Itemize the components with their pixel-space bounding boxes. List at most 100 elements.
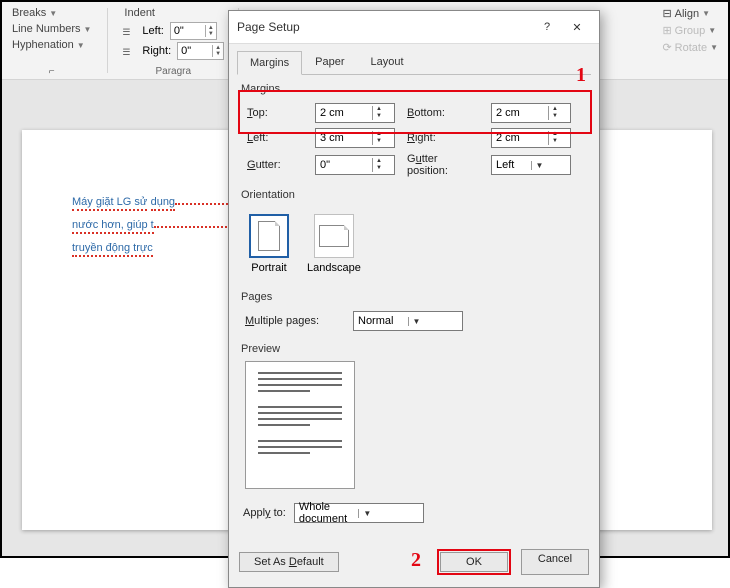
page-setup-dialog: Page Setup ? ✕ Margins Paper Layout Marg…	[228, 10, 600, 588]
top-label: Top:	[247, 107, 303, 119]
spin-up-icon[interactable]: ▲	[373, 158, 385, 165]
spin-down-icon[interactable]: ▼	[373, 138, 385, 145]
top-field[interactable]	[316, 105, 372, 121]
dialog-title: Page Setup	[237, 20, 300, 34]
left-input[interactable]: ▲▼	[315, 128, 395, 148]
spin-up-icon[interactable]: ▲	[549, 131, 561, 138]
breaks-menu[interactable]: Breaks▼	[10, 6, 93, 20]
landscape-label: Landscape	[307, 262, 361, 274]
orientation-label: Orientation	[241, 189, 587, 201]
gutter-pos-select[interactable]: Left▼	[491, 155, 571, 175]
tab-paper[interactable]: Paper	[302, 50, 357, 74]
group-label: Group	[675, 25, 706, 37]
margins-group: Margins Top: ▲▼ Bottom: ▲▼ Left: ▲▼ Righ…	[241, 83, 587, 181]
landscape-icon	[314, 214, 354, 258]
spin-up-icon[interactable]: ▲	[373, 106, 385, 113]
spin-down-icon[interactable]: ▼	[213, 51, 223, 57]
ok-button[interactable]: OK	[440, 552, 508, 572]
portrait-label: Portrait	[251, 262, 286, 274]
preview-label: Preview	[241, 343, 587, 355]
indent-left-row: Left: ▲▼	[122, 22, 224, 40]
chevron-down-icon: ▼	[408, 317, 463, 326]
pages-group: Pages Multiple pages: Normal▼	[241, 291, 587, 335]
multiple-pages-select[interactable]: Normal▼	[353, 311, 463, 331]
spin-down-icon[interactable]: ▼	[549, 113, 561, 120]
align-menu[interactable]: ⊟ Align▼	[660, 6, 720, 21]
rotate-label: Rotate	[675, 42, 707, 54]
tab-layout[interactable]: Layout	[357, 50, 416, 74]
orientation-group: Orientation Portrait Landscape	[241, 189, 587, 283]
dialog-buttons: Set As Default 2 OK Cancel	[229, 539, 599, 587]
left-field[interactable]	[316, 130, 372, 146]
chevron-down-icon: ▼	[710, 43, 718, 52]
portrait-icon	[249, 214, 289, 258]
help-button[interactable]: ?	[533, 17, 561, 37]
right-label: Right:	[407, 132, 479, 144]
hyphenation-label: Hyphenation	[12, 39, 74, 51]
margins-group-label: Margins	[241, 83, 587, 95]
spin-down-icon[interactable]: ▼	[373, 165, 385, 172]
indent-left-field[interactable]	[171, 24, 205, 38]
spin-up-icon[interactable]: ▲	[549, 106, 561, 113]
chevron-down-icon: ▼	[49, 9, 57, 18]
ribbon-indent-group: Indent Left: ▲▼ Right: ▲▼ Paragra	[122, 6, 224, 75]
highlight-box-2: OK	[437, 549, 511, 575]
indent-left-label: Left:	[142, 25, 163, 37]
gutter-label: Gutter:	[247, 159, 303, 171]
rotate-menu: ⟳ Rotate▼	[660, 40, 720, 55]
gutter-pos-value: Left	[492, 157, 531, 173]
chevron-down-icon: ▼	[531, 161, 571, 170]
orientation-portrait[interactable]: Portrait	[245, 210, 293, 278]
dialog-titlebar[interactable]: Page Setup ? ✕	[229, 11, 599, 44]
indent-right-label: Right:	[142, 45, 171, 57]
preview-thumbnail	[245, 361, 355, 489]
indent-left-icon	[122, 26, 136, 36]
hyphenation-menu[interactable]: Hyphenation▼	[10, 38, 93, 52]
indent-right-input[interactable]: ▲▼	[177, 42, 224, 60]
apply-to-value: Whole document	[295, 499, 359, 527]
left-label: Left:	[247, 132, 303, 144]
ribbon-group-launcher[interactable]: ⌐	[49, 66, 55, 77]
tab-margins[interactable]: Margins	[237, 51, 302, 75]
apply-to-select[interactable]: Whole document▼	[294, 503, 424, 523]
preview-group: Preview	[241, 343, 587, 489]
callout-1: 1	[576, 64, 586, 87]
right-input[interactable]: ▲▼	[491, 128, 571, 148]
chevron-down-icon: ▼	[708, 26, 716, 35]
indent-right-row: Right: ▲▼	[122, 42, 224, 60]
align-label: Align	[675, 8, 699, 20]
indent-header: Indent	[122, 6, 224, 20]
breaks-label: Breaks	[12, 7, 46, 19]
multiple-pages-value: Normal	[354, 313, 408, 329]
line-numbers-menu[interactable]: Line Numbers▼	[10, 22, 93, 36]
chevron-down-icon: ▼	[358, 509, 423, 518]
indent-left-input[interactable]: ▲▼	[170, 22, 217, 40]
orientation-landscape[interactable]: Landscape	[303, 210, 365, 278]
group-menu: ⊞ Group▼	[660, 23, 720, 38]
callout-2: 2	[411, 549, 421, 575]
bottom-label: Bottom:	[407, 107, 479, 119]
spin-up-icon[interactable]: ▲	[373, 131, 385, 138]
spin-down-icon[interactable]: ▼	[549, 138, 561, 145]
spin-down-icon[interactable]: ▼	[206, 31, 216, 37]
gutter-input[interactable]: ▲▼	[315, 155, 395, 175]
paragraph-group-label: Paragra	[155, 66, 191, 77]
cancel-button[interactable]: Cancel	[521, 549, 589, 575]
right-field[interactable]	[492, 130, 548, 146]
indent-right-icon	[122, 46, 136, 56]
bottom-field[interactable]	[492, 105, 548, 121]
set-as-default-button[interactable]: Set As Default	[239, 552, 339, 572]
dialog-tabs: Margins Paper Layout	[229, 44, 599, 74]
ribbon-separator	[107, 8, 108, 73]
chevron-down-icon: ▼	[77, 41, 85, 50]
close-button[interactable]: ✕	[563, 17, 591, 37]
top-input[interactable]: ▲▼	[315, 103, 395, 123]
spin-down-icon[interactable]: ▼	[373, 113, 385, 120]
apply-to-row: Apply to: Whole document▼	[241, 497, 587, 529]
bottom-input[interactable]: ▲▼	[491, 103, 571, 123]
indent-right-field[interactable]	[178, 44, 212, 58]
gutter-field[interactable]	[316, 157, 372, 173]
multiple-pages-label: Multiple pages:	[245, 315, 337, 327]
line-numbers-label: Line Numbers	[12, 23, 80, 35]
chevron-down-icon: ▼	[702, 9, 710, 18]
